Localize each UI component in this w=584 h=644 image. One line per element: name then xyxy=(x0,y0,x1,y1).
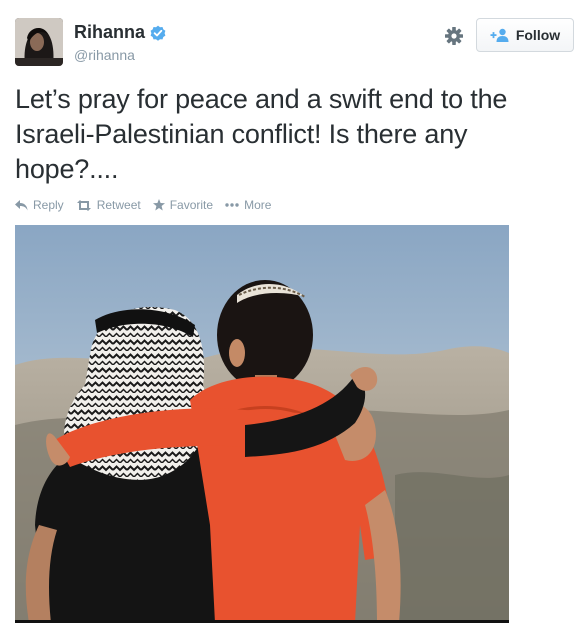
more-label: More xyxy=(244,198,272,212)
tweet-text: Let’s pray for peace and a swift end to … xyxy=(15,84,508,184)
follow-label: Follow xyxy=(515,27,561,43)
photo-image xyxy=(15,225,509,620)
verified-badge-icon xyxy=(150,25,166,41)
reply-icon xyxy=(15,199,28,210)
tweet-header: Rihanna @rihanna Follow xyxy=(0,0,584,80)
more-button[interactable]: More xyxy=(225,198,271,212)
user-handle[interactable]: @rihanna xyxy=(74,47,166,63)
favorite-label: Favorite xyxy=(169,198,214,212)
avatar[interactable] xyxy=(15,18,63,66)
reply-label: Reply xyxy=(33,198,64,212)
more-icon xyxy=(225,203,239,207)
avatar-image xyxy=(15,18,63,66)
tweet-actions: Reply Retweet Favorite More xyxy=(15,198,283,212)
name-row: Rihanna xyxy=(74,22,166,43)
retweet-button[interactable]: Retweet xyxy=(76,198,141,212)
user-info: Rihanna @rihanna xyxy=(74,22,166,63)
user-name[interactable]: Rihanna xyxy=(74,22,145,43)
retweet-icon xyxy=(76,199,91,211)
star-icon xyxy=(152,199,165,211)
tweet-photo[interactable] xyxy=(15,225,509,623)
reply-button[interactable]: Reply xyxy=(15,198,64,212)
follow-button[interactable]: Follow xyxy=(476,18,574,52)
gear-icon[interactable] xyxy=(444,26,464,46)
favorite-button[interactable]: Favorite xyxy=(152,198,214,212)
add-user-icon xyxy=(490,28,509,42)
retweet-label: Retweet xyxy=(96,198,141,212)
